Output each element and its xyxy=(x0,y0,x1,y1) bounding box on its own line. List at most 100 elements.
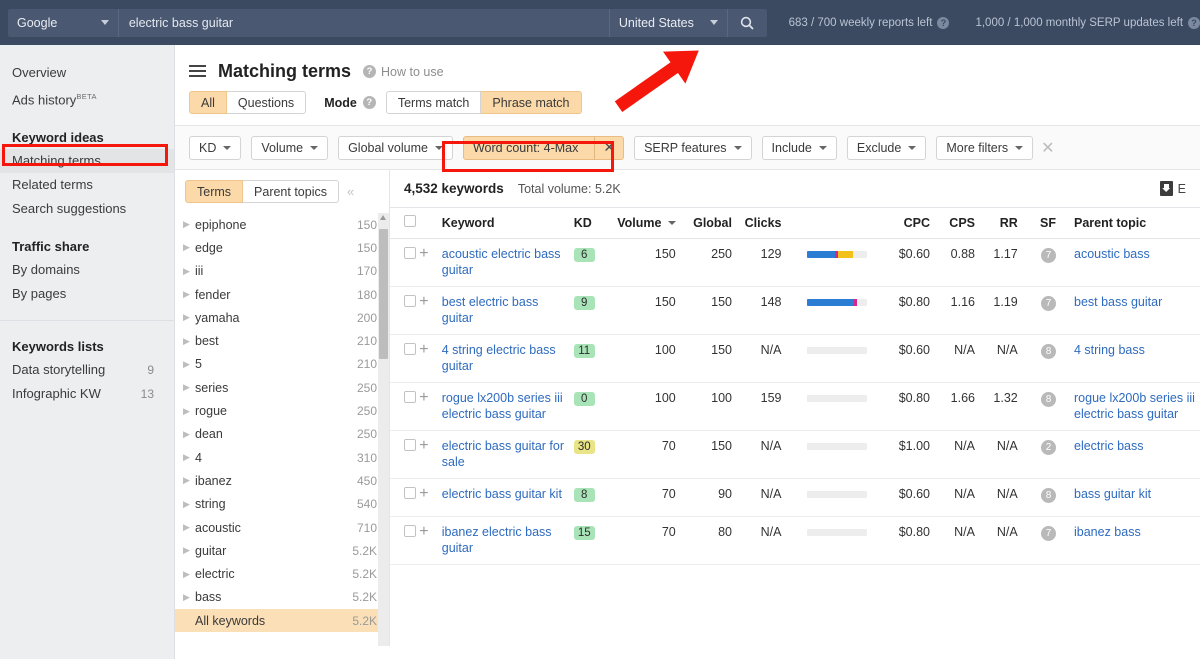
search-button[interactable] xyxy=(726,8,767,37)
parent-topic-link[interactable]: acoustic bass xyxy=(1074,247,1200,263)
hamburger-menu-icon[interactable] xyxy=(189,65,206,78)
expand-arrow-icon[interactable]: ▶ xyxy=(183,592,195,603)
tab-terms-match[interactable]: Terms match xyxy=(385,91,482,114)
keyword-link[interactable]: best electric bass guitar xyxy=(442,295,568,326)
plus-icon[interactable]: + xyxy=(419,389,428,406)
row-checkbox[interactable] xyxy=(404,343,416,355)
parent-topic-link[interactable]: bass guitar kit xyxy=(1074,487,1200,503)
expand-arrow-icon[interactable]: ▶ xyxy=(183,359,195,370)
terms-list-item[interactable]: ▶ acoustic 710 xyxy=(175,516,389,539)
plus-icon[interactable]: + xyxy=(419,245,428,262)
country-select[interactable]: United States xyxy=(608,8,727,37)
help-icon[interactable]: ? xyxy=(937,16,950,29)
parent-topic-link[interactable]: best bass guitar xyxy=(1074,295,1200,311)
tab-phrase-match[interactable]: Phrase match xyxy=(481,91,582,114)
expand-arrow-icon[interactable]: ▶ xyxy=(183,499,195,510)
collapse-panel-icon[interactable]: « xyxy=(347,184,354,199)
terms-list-item[interactable]: ▶ dean 250 xyxy=(175,423,389,446)
terms-list-item[interactable]: ▶ string 540 xyxy=(175,493,389,516)
terms-list-item[interactable]: ▶ 4 310 xyxy=(175,446,389,469)
terms-list-item[interactable]: ▶ edge 150 xyxy=(175,236,389,259)
expand-arrow-icon[interactable]: ▶ xyxy=(183,452,195,463)
terms-list-item[interactable]: All keywords 5.2K xyxy=(175,609,389,633)
expand-arrow-icon[interactable]: ▶ xyxy=(183,312,195,323)
filter-serp-features[interactable]: SERP features xyxy=(634,135,752,160)
expand-arrow-icon[interactable]: ▶ xyxy=(183,475,195,486)
filter-more-filters[interactable]: More filters xyxy=(936,135,1034,160)
tab-questions[interactable]: Questions xyxy=(226,91,307,114)
expand-arrow-icon[interactable]: ▶ xyxy=(183,406,195,417)
column-header-cps[interactable]: CPS xyxy=(930,207,975,239)
parent-topic-link[interactable]: rogue lx200b series iii electric bass gu… xyxy=(1074,391,1200,422)
column-header-volume[interactable]: Volume xyxy=(617,207,676,239)
terms-list-item[interactable]: ▶ iii 170 xyxy=(175,260,389,283)
keyword-link[interactable]: electric bass guitar for sale xyxy=(442,439,568,470)
row-checkbox[interactable] xyxy=(404,487,416,499)
keyword-link[interactable]: 4 string electric bass guitar xyxy=(442,343,568,374)
parent-topic-link[interactable]: electric bass xyxy=(1074,439,1200,455)
sidebar-item-ads-history[interactable]: Ads historyBETA xyxy=(0,85,174,112)
how-to-use-link[interactable]: ? How to use xyxy=(363,65,444,79)
plus-icon[interactable]: + xyxy=(419,341,428,358)
export-button[interactable]: E xyxy=(1159,181,1186,196)
row-checkbox[interactable] xyxy=(404,295,416,307)
select-all-checkbox[interactable] xyxy=(404,215,416,227)
tab-parent-topics[interactable]: Parent topics xyxy=(243,180,339,203)
terms-list-item[interactable]: ▶ series 250 xyxy=(175,376,389,399)
plus-icon[interactable]: + xyxy=(419,437,428,454)
terms-list-item[interactable]: ▶ ibanez 450 xyxy=(175,469,389,492)
expand-arrow-icon[interactable]: ▶ xyxy=(183,242,195,253)
expand-arrow-icon[interactable]: ▶ xyxy=(183,382,195,393)
column-header-clicks[interactable]: Clicks xyxy=(732,207,782,239)
terms-list-item[interactable]: ▶ fender 180 xyxy=(175,283,389,306)
filter-exclude[interactable]: Exclude xyxy=(846,135,927,160)
terms-list-item[interactable]: ▶ guitar 5.2K xyxy=(175,539,389,562)
expand-arrow-icon[interactable]: ▶ xyxy=(183,569,195,580)
filter-include[interactable]: Include xyxy=(761,135,837,160)
row-checkbox[interactable] xyxy=(404,391,416,403)
plus-icon[interactable]: + xyxy=(419,523,428,540)
parent-topic-link[interactable]: ibanez bass xyxy=(1074,525,1200,541)
column-header-keyword[interactable]: Keyword xyxy=(441,207,568,239)
tab-terms[interactable]: Terms xyxy=(185,180,244,203)
terms-list-item[interactable]: ▶ yamaha 200 xyxy=(175,306,389,329)
sidebar-item-infographic-kw[interactable]: Infographic KW 13 xyxy=(0,382,174,406)
terms-list-item[interactable]: ▶ bass 5.2K xyxy=(175,586,389,609)
keyword-link[interactable]: acoustic electric bass guitar xyxy=(442,247,568,278)
terms-list-scrollbar[interactable] xyxy=(378,213,389,646)
scrollbar-thumb[interactable] xyxy=(379,229,388,359)
column-header-parent-topic[interactable]: Parent topic xyxy=(1056,207,1200,239)
sidebar-item-search-suggestions[interactable]: Search suggestions xyxy=(0,197,174,221)
plus-icon[interactable]: + xyxy=(419,293,428,310)
expand-arrow-icon[interactable]: ▶ xyxy=(183,219,195,230)
clear-filters-icon[interactable]: ✕ xyxy=(1041,138,1054,158)
expand-arrow-icon[interactable]: ▶ xyxy=(183,289,195,300)
row-checkbox[interactable] xyxy=(404,247,416,259)
tab-all[interactable]: All xyxy=(189,91,227,114)
expand-arrow-icon[interactable]: ▶ xyxy=(183,266,195,277)
filter-word-count-chip[interactable]: Word count: 4-Max ✕ xyxy=(462,135,625,160)
sidebar-item-related-terms[interactable]: Related terms xyxy=(0,173,174,197)
sidebar-item-by-domains[interactable]: By domains xyxy=(0,258,174,282)
expand-arrow-icon[interactable]: ▶ xyxy=(183,429,195,440)
expand-arrow-icon[interactable]: ▶ xyxy=(183,545,195,556)
expand-arrow-icon[interactable]: ▶ xyxy=(183,336,195,347)
terms-list-item[interactable]: ▶ electric 5.2K xyxy=(175,562,389,585)
column-header-kd[interactable]: KD xyxy=(567,207,618,239)
search-engine-select[interactable]: Google xyxy=(8,8,118,37)
expand-arrow-icon[interactable]: ▶ xyxy=(183,522,195,533)
scroll-up-arrow-icon[interactable] xyxy=(380,215,386,220)
sidebar-item-data-storytelling[interactable]: Data storytelling 9 xyxy=(0,358,174,382)
row-checkbox[interactable] xyxy=(404,439,416,451)
terms-list-item[interactable]: ▶ rogue 250 xyxy=(175,399,389,422)
close-icon[interactable]: ✕ xyxy=(594,136,623,159)
column-header-sf[interactable]: SF xyxy=(1017,207,1056,239)
parent-topic-link[interactable]: 4 string bass xyxy=(1074,343,1200,359)
filter-volume[interactable]: Volume xyxy=(251,135,329,160)
keyword-link[interactable]: ibanez electric bass guitar xyxy=(442,525,568,556)
terms-list-item[interactable]: ▶ best 210 xyxy=(175,329,389,352)
column-header-cpc[interactable]: CPC xyxy=(867,207,930,239)
keyword-link[interactable]: rogue lx200b series iii electric bass gu… xyxy=(442,391,568,422)
search-query-input[interactable]: electric bass guitar xyxy=(117,8,609,37)
keyword-link[interactable]: electric bass guitar kit xyxy=(442,487,568,503)
